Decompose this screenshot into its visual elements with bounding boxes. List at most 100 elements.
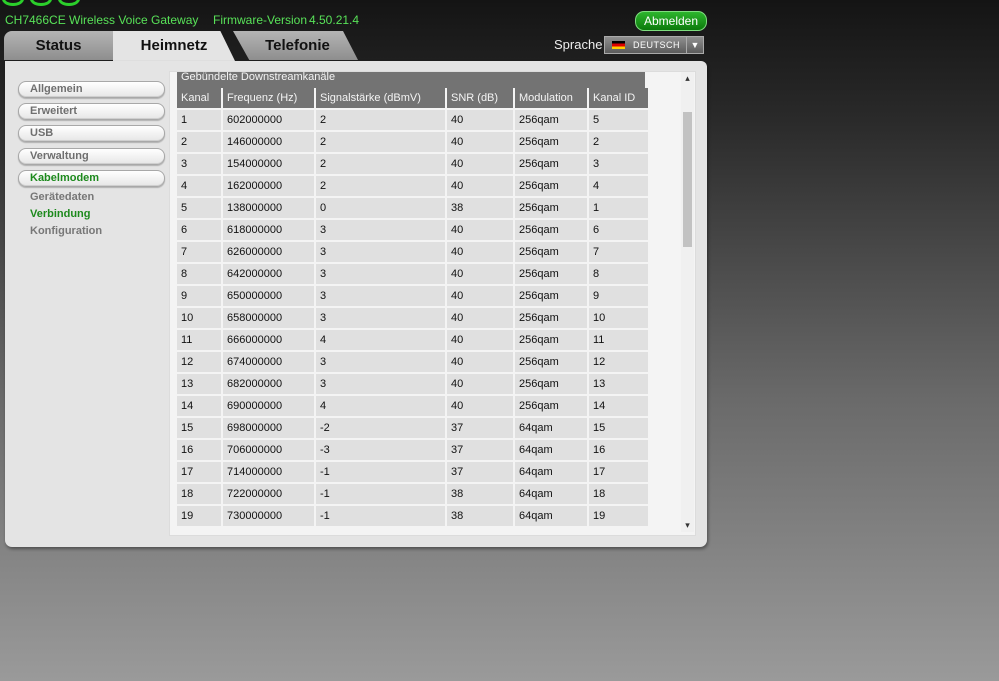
frequenz-cell: 650000000 bbox=[223, 286, 316, 308]
modulation-cell: 256qam bbox=[515, 330, 589, 352]
kanal-cell: 18 bbox=[177, 484, 223, 506]
signalstaerke-cell: 3 bbox=[316, 264, 447, 286]
table-row: 7 626000000 3 40 256qam 7 bbox=[177, 242, 650, 264]
kanal-id-cell: 6 bbox=[589, 220, 650, 242]
scroll-down-icon[interactable]: ▾ bbox=[681, 519, 694, 532]
table-row: 13 682000000 3 40 256qam 13 bbox=[177, 374, 650, 396]
modulation-cell: 256qam bbox=[515, 242, 589, 264]
kanal-cell: 17 bbox=[177, 462, 223, 484]
table-row: 12 674000000 3 40 256qam 12 bbox=[177, 352, 650, 374]
frequenz-cell: 706000000 bbox=[223, 440, 316, 462]
scroll-up-icon[interactable]: ▴ bbox=[681, 72, 694, 85]
frequenz-cell: 642000000 bbox=[223, 264, 316, 286]
frequenz-cell: 690000000 bbox=[223, 396, 316, 418]
tab-telefonie[interactable]: Telefonie bbox=[233, 31, 358, 60]
sidebar-subitem-konfiguration[interactable]: Konfiguration bbox=[30, 225, 102, 237]
firmware-label: Firmware-Version bbox=[213, 13, 308, 27]
signalstaerke-cell: 4 bbox=[316, 330, 447, 352]
snr-cell: 37 bbox=[447, 418, 515, 440]
table-row: 1 602000000 2 40 256qam 5 bbox=[177, 110, 650, 132]
kanal-cell: 7 bbox=[177, 242, 223, 264]
kanal-cell: 6 bbox=[177, 220, 223, 242]
german-flag-icon bbox=[612, 41, 625, 49]
table-row: 3 154000000 2 40 256qam 3 bbox=[177, 154, 650, 176]
kanal-cell: 4 bbox=[177, 176, 223, 198]
snr-cell: 37 bbox=[447, 462, 515, 484]
kanal-cell: 10 bbox=[177, 308, 223, 330]
snr-cell: 40 bbox=[447, 264, 515, 286]
sidebar-item-kabelmodem[interactable]: Kabelmodem bbox=[18, 170, 165, 187]
downstream-table: Kanal Frequenz (Hz) Signalstärke (dBmV) … bbox=[177, 88, 650, 528]
table-row: 17 714000000 -1 37 64qam 17 bbox=[177, 462, 650, 484]
table-row: 14 690000000 4 40 256qam 14 bbox=[177, 396, 650, 418]
kanal-id-cell: 4 bbox=[589, 176, 650, 198]
col-signalstaerke: Signalstärke (dBmV) bbox=[316, 88, 447, 110]
kanal-id-cell: 16 bbox=[589, 440, 650, 462]
modulation-cell: 256qam bbox=[515, 264, 589, 286]
modulation-cell: 256qam bbox=[515, 286, 589, 308]
kanal-cell: 12 bbox=[177, 352, 223, 374]
sidebar-item-erweitert[interactable]: Erweitert bbox=[18, 103, 165, 120]
kanal-id-cell: 12 bbox=[589, 352, 650, 374]
modulation-cell: 256qam bbox=[515, 396, 589, 418]
sidebar-item-usb[interactable]: USB bbox=[18, 125, 165, 142]
frequenz-cell: 154000000 bbox=[223, 154, 316, 176]
kanal-cell: 19 bbox=[177, 506, 223, 528]
sidebar-subitem-geraetedaten[interactable]: Gerätedaten bbox=[30, 191, 94, 203]
kanal-id-cell: 14 bbox=[589, 396, 650, 418]
signalstaerke-cell: 0 bbox=[316, 198, 447, 220]
table-row: 4 162000000 2 40 256qam 4 bbox=[177, 176, 650, 198]
sidebar-subitem-verbindung[interactable]: Verbindung bbox=[30, 208, 91, 220]
kanal-id-cell: 9 bbox=[589, 286, 650, 308]
kanal-id-cell: 18 bbox=[589, 484, 650, 506]
signalstaerke-cell: 4 bbox=[316, 396, 447, 418]
kanal-id-cell: 17 bbox=[589, 462, 650, 484]
kanal-id-cell: 3 bbox=[589, 154, 650, 176]
col-kanal-id: Kanal ID bbox=[589, 88, 650, 110]
table-row: 19 730000000 -1 38 64qam 19 bbox=[177, 506, 650, 528]
table-row: 5 138000000 0 38 256qam 1 bbox=[177, 198, 650, 220]
logout-button[interactable]: Abmelden bbox=[635, 11, 707, 31]
table-row: 8 642000000 3 40 256qam 8 bbox=[177, 264, 650, 286]
modulation-cell: 256qam bbox=[515, 132, 589, 154]
signalstaerke-cell: 3 bbox=[316, 374, 447, 396]
signalstaerke-cell: -1 bbox=[316, 484, 447, 506]
snr-cell: 40 bbox=[447, 110, 515, 132]
snr-cell: 40 bbox=[447, 220, 515, 242]
kanal-cell: 3 bbox=[177, 154, 223, 176]
kanal-id-cell: 19 bbox=[589, 506, 650, 528]
language-label: Sprache bbox=[554, 37, 603, 52]
signalstaerke-cell: 2 bbox=[316, 154, 447, 176]
signalstaerke-cell: 2 bbox=[316, 132, 447, 154]
kanal-cell: 2 bbox=[177, 132, 223, 154]
modulation-cell: 256qam bbox=[515, 374, 589, 396]
modulation-cell: 256qam bbox=[515, 308, 589, 330]
main-tabs: Status Heimnetz Telefonie bbox=[4, 31, 364, 61]
kanal-id-cell: 5 bbox=[589, 110, 650, 132]
table-row: 18 722000000 -1 38 64qam 18 bbox=[177, 484, 650, 506]
snr-cell: 40 bbox=[447, 396, 515, 418]
snr-cell: 40 bbox=[447, 286, 515, 308]
content-scrollbar[interactable]: ▴ ▾ bbox=[681, 72, 694, 532]
kanal-cell: 13 bbox=[177, 374, 223, 396]
kanal-id-cell: 15 bbox=[589, 418, 650, 440]
snr-cell: 38 bbox=[447, 506, 515, 528]
col-snr: SNR (dB) bbox=[447, 88, 515, 110]
snr-cell: 40 bbox=[447, 308, 515, 330]
modulation-cell: 64qam bbox=[515, 418, 589, 440]
sidebar-item-verwaltung[interactable]: Verwaltung bbox=[18, 148, 165, 165]
tab-status[interactable]: Status bbox=[4, 31, 113, 60]
tab-heimnetz[interactable]: Heimnetz bbox=[113, 31, 235, 61]
table-row: 10 658000000 3 40 256qam 10 bbox=[177, 308, 650, 330]
frequenz-cell: 730000000 bbox=[223, 506, 316, 528]
chevron-down-icon: ▼ bbox=[686, 37, 703, 53]
main-panel: Allgemein Erweitert USB Verwaltung Kabel… bbox=[5, 61, 707, 547]
frequenz-cell: 666000000 bbox=[223, 330, 316, 352]
language-select[interactable]: DEUTSCH ▼ bbox=[604, 36, 704, 54]
kanal-cell: 9 bbox=[177, 286, 223, 308]
snr-cell: 40 bbox=[447, 374, 515, 396]
sidebar-item-allgemein[interactable]: Allgemein bbox=[18, 81, 165, 98]
scroll-thumb[interactable] bbox=[683, 112, 692, 247]
signalstaerke-cell: 2 bbox=[316, 176, 447, 198]
snr-cell: 40 bbox=[447, 330, 515, 352]
